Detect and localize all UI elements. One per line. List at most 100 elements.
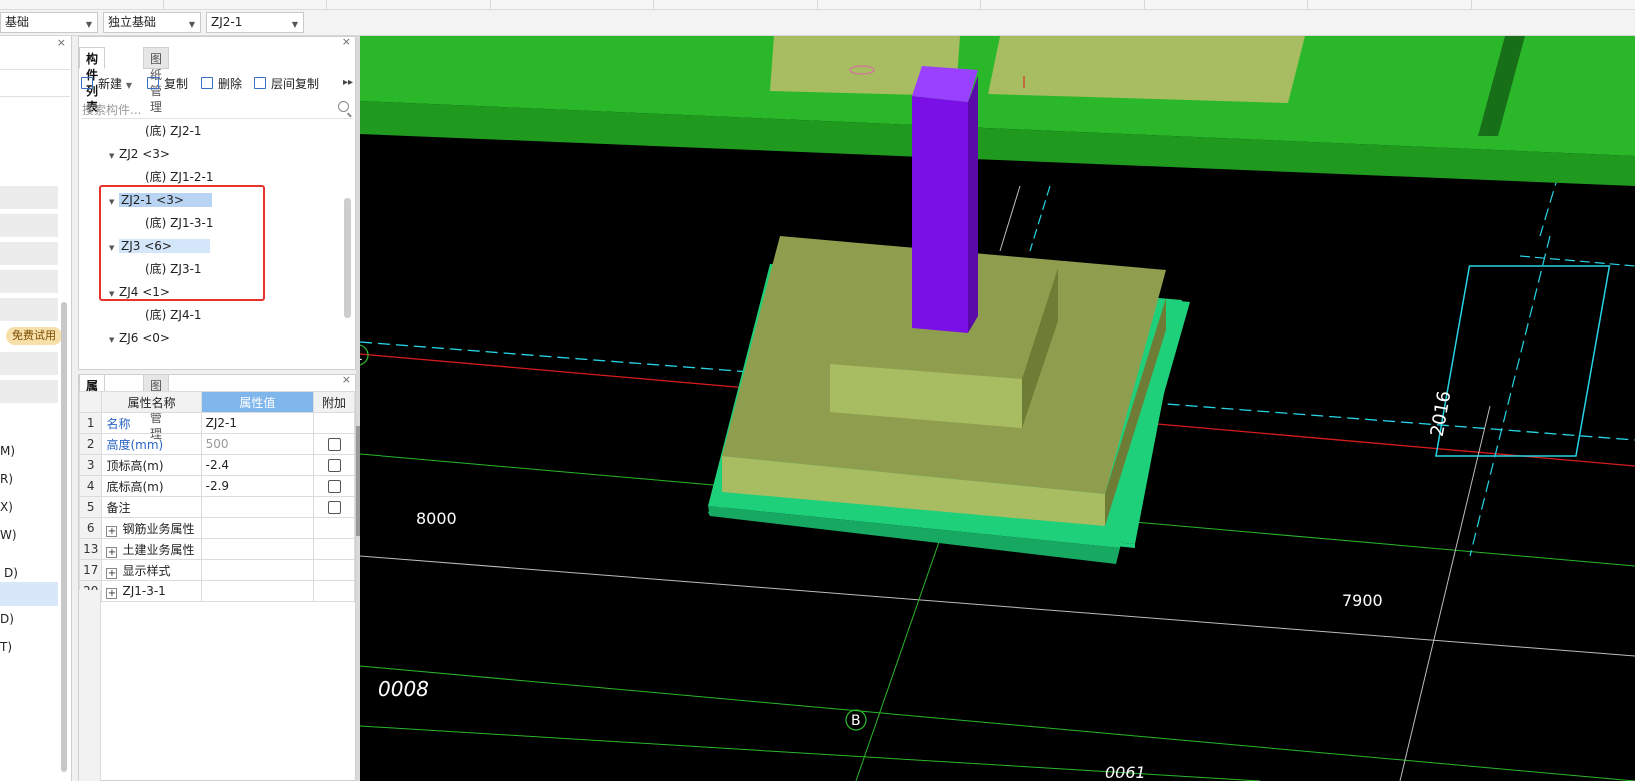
table-row[interactable]: 20+ZJ1-3-1 (78, 580, 355, 602)
tree-item[interactable]: (底) ZJ1-2-1 (145, 167, 214, 187)
property-name-text: 底标高(m) (106, 479, 164, 494)
floor-copy-button[interactable]: 层间复制 (254, 75, 319, 93)
ribbon-segment[interactable] (0, 0, 1472, 9)
property-name: 底标高(m) (101, 475, 202, 497)
tab-drawing-management[interactable]: 图纸管理 (143, 47, 170, 114)
property-value[interactable] (200, 517, 315, 539)
shortcut-label: R) (0, 472, 14, 486)
extra-checkbox[interactable] (327, 501, 341, 514)
extra-checkbox[interactable] (327, 480, 341, 493)
upper-footing-right[interactable] (988, 36, 1305, 103)
chevron-down-icon[interactable]: ▼ (109, 330, 119, 350)
property-value[interactable]: ZJ2-1 (200, 412, 315, 434)
table-row[interactable]: 5 备注 (78, 496, 355, 518)
property-name-text: 土建业务属性 (122, 542, 195, 557)
property-panel: × 属性列表 图层管理 属性名称 属性值 附加 1名称ZJ2-12高度(mm)5… (78, 373, 356, 781)
expand-plus-icon[interactable]: + (106, 546, 118, 558)
component-select[interactable]: ZJ2-1 ▼ (206, 12, 304, 33)
delete-button[interactable]: 删除 (201, 75, 242, 93)
chevron-down-icon: ▼ (85, 20, 92, 29)
property-extra (313, 475, 355, 497)
nav-item[interactable] (0, 352, 58, 376)
table-row[interactable]: 3 顶标高(m) -2.4 (78, 454, 355, 476)
nav-item[interactable] (0, 242, 58, 266)
dimension-label-2016: 2016 (1427, 389, 1456, 438)
scrollbar[interactable] (61, 302, 67, 772)
tree-scrollbar[interactable] (344, 198, 351, 318)
new-button[interactable]: 新建 ▼ (81, 75, 132, 93)
tree-group[interactable]: ▼ ZJ6 <0> (109, 328, 170, 348)
copy-icon (147, 77, 159, 89)
nav-item-selected[interactable] (0, 582, 58, 606)
close-icon[interactable]: × (342, 35, 351, 48)
close-icon[interactable]: × (342, 373, 351, 386)
table-row[interactable]: 13 + 土建业务属性 (78, 538, 355, 560)
tree-label: ZJ2 <3> (119, 147, 170, 161)
table-row[interactable]: 1 名称 ZJ2-1 (78, 412, 355, 434)
table-row[interactable]: 2 高度(mm) 500 (78, 433, 355, 455)
beam-group (360, 36, 1635, 186)
floor-type-select[interactable]: 基础 ▼ (0, 12, 98, 33)
expand-plus-icon[interactable]: + (106, 525, 118, 537)
property-value[interactable] (200, 559, 315, 581)
table-row[interactable]: 17 + 显示样式 (78, 559, 355, 581)
tree-item[interactable]: (底) ZJ2-1 (145, 121, 202, 141)
3d-scene[interactable]: 8000 7900 0008 2016 0061 1 B (360, 36, 1635, 781)
trash-icon (201, 77, 213, 89)
property-name-text: 顶标高(m) (106, 458, 164, 473)
selection-highlight-box (99, 185, 265, 301)
axis-line-cyan-vert (1469, 235, 1551, 557)
property-value[interactable] (200, 496, 315, 518)
column-front[interactable] (912, 96, 968, 333)
column-top[interactable] (912, 66, 978, 102)
nav-item[interactable] (0, 214, 58, 238)
property-extra (313, 412, 355, 434)
extra-checkbox[interactable] (327, 438, 341, 451)
dimension-label-7900: 7900 (1342, 591, 1383, 610)
row-number: 13 (78, 538, 103, 560)
copy-button[interactable]: 复制 (147, 75, 188, 93)
extra-checkbox[interactable] (327, 459, 341, 472)
new-file-icon (81, 77, 93, 89)
search-input[interactable]: 搜索构件... (81, 99, 353, 119)
tree-label: ZJ6 <0> (119, 331, 170, 345)
shortcut-label: D) (0, 612, 14, 626)
chevron-down-icon[interactable]: ▼ (109, 146, 119, 166)
nav-item[interactable] (0, 298, 58, 322)
tree-item[interactable]: (底) ZJ4-1 (145, 305, 202, 325)
copy-label: 复制 (164, 77, 189, 91)
header-value: 属性值 (200, 391, 315, 413)
expand-plus-icon[interactable]: + (106, 567, 118, 579)
table-row[interactable]: 6 + 钢筋业务属性 (78, 517, 355, 539)
tree-group[interactable]: ▼ ZJ2 <3> (109, 144, 170, 164)
close-icon[interactable]: × (57, 36, 66, 49)
more-icon[interactable]: ▸▸ (343, 77, 353, 88)
component-value: ZJ2-1 (211, 15, 243, 29)
property-table: 属性名称 属性值 附加 1 名称 ZJ2-1 2 高度(mm) 500 3 顶标高(m) -2.… (78, 391, 355, 602)
nav-item[interactable] (0, 186, 58, 210)
trial-badge[interactable]: 免费试用 (6, 327, 62, 345)
property-value[interactable]: 500 (200, 433, 315, 455)
dimension-label-0061: 0061 (1105, 763, 1146, 781)
property-value[interactable]: -2.9 (200, 475, 315, 497)
grid-line-white-vert (1399, 405, 1491, 781)
table-row[interactable]: 4 底标高(m) -2.9 (78, 475, 355, 497)
row-gutter (79, 590, 101, 781)
3d-viewport[interactable]: 8000 7900 0008 2016 0061 1 B (360, 36, 1635, 781)
divider (0, 69, 70, 70)
component-type-select[interactable]: 独立基础 ▼ (103, 12, 201, 33)
tree-label: (底) ZJ2-1 (145, 124, 202, 138)
property-value[interactable]: -2.4 (200, 454, 315, 476)
nav-item[interactable] (0, 270, 58, 294)
property-name: 备注 (101, 496, 202, 518)
column-right[interactable] (968, 76, 978, 333)
property-extra (313, 433, 355, 455)
property-value[interactable] (200, 580, 315, 602)
header-name: 属性名称 (101, 391, 202, 413)
row-number: 4 (78, 475, 103, 497)
tab-component-list[interactable]: 构件列表 (79, 47, 106, 114)
search-icon[interactable] (338, 101, 349, 112)
expand-plus-icon[interactable]: + (106, 587, 118, 599)
property-value[interactable] (200, 538, 315, 560)
nav-item[interactable] (0, 380, 58, 404)
